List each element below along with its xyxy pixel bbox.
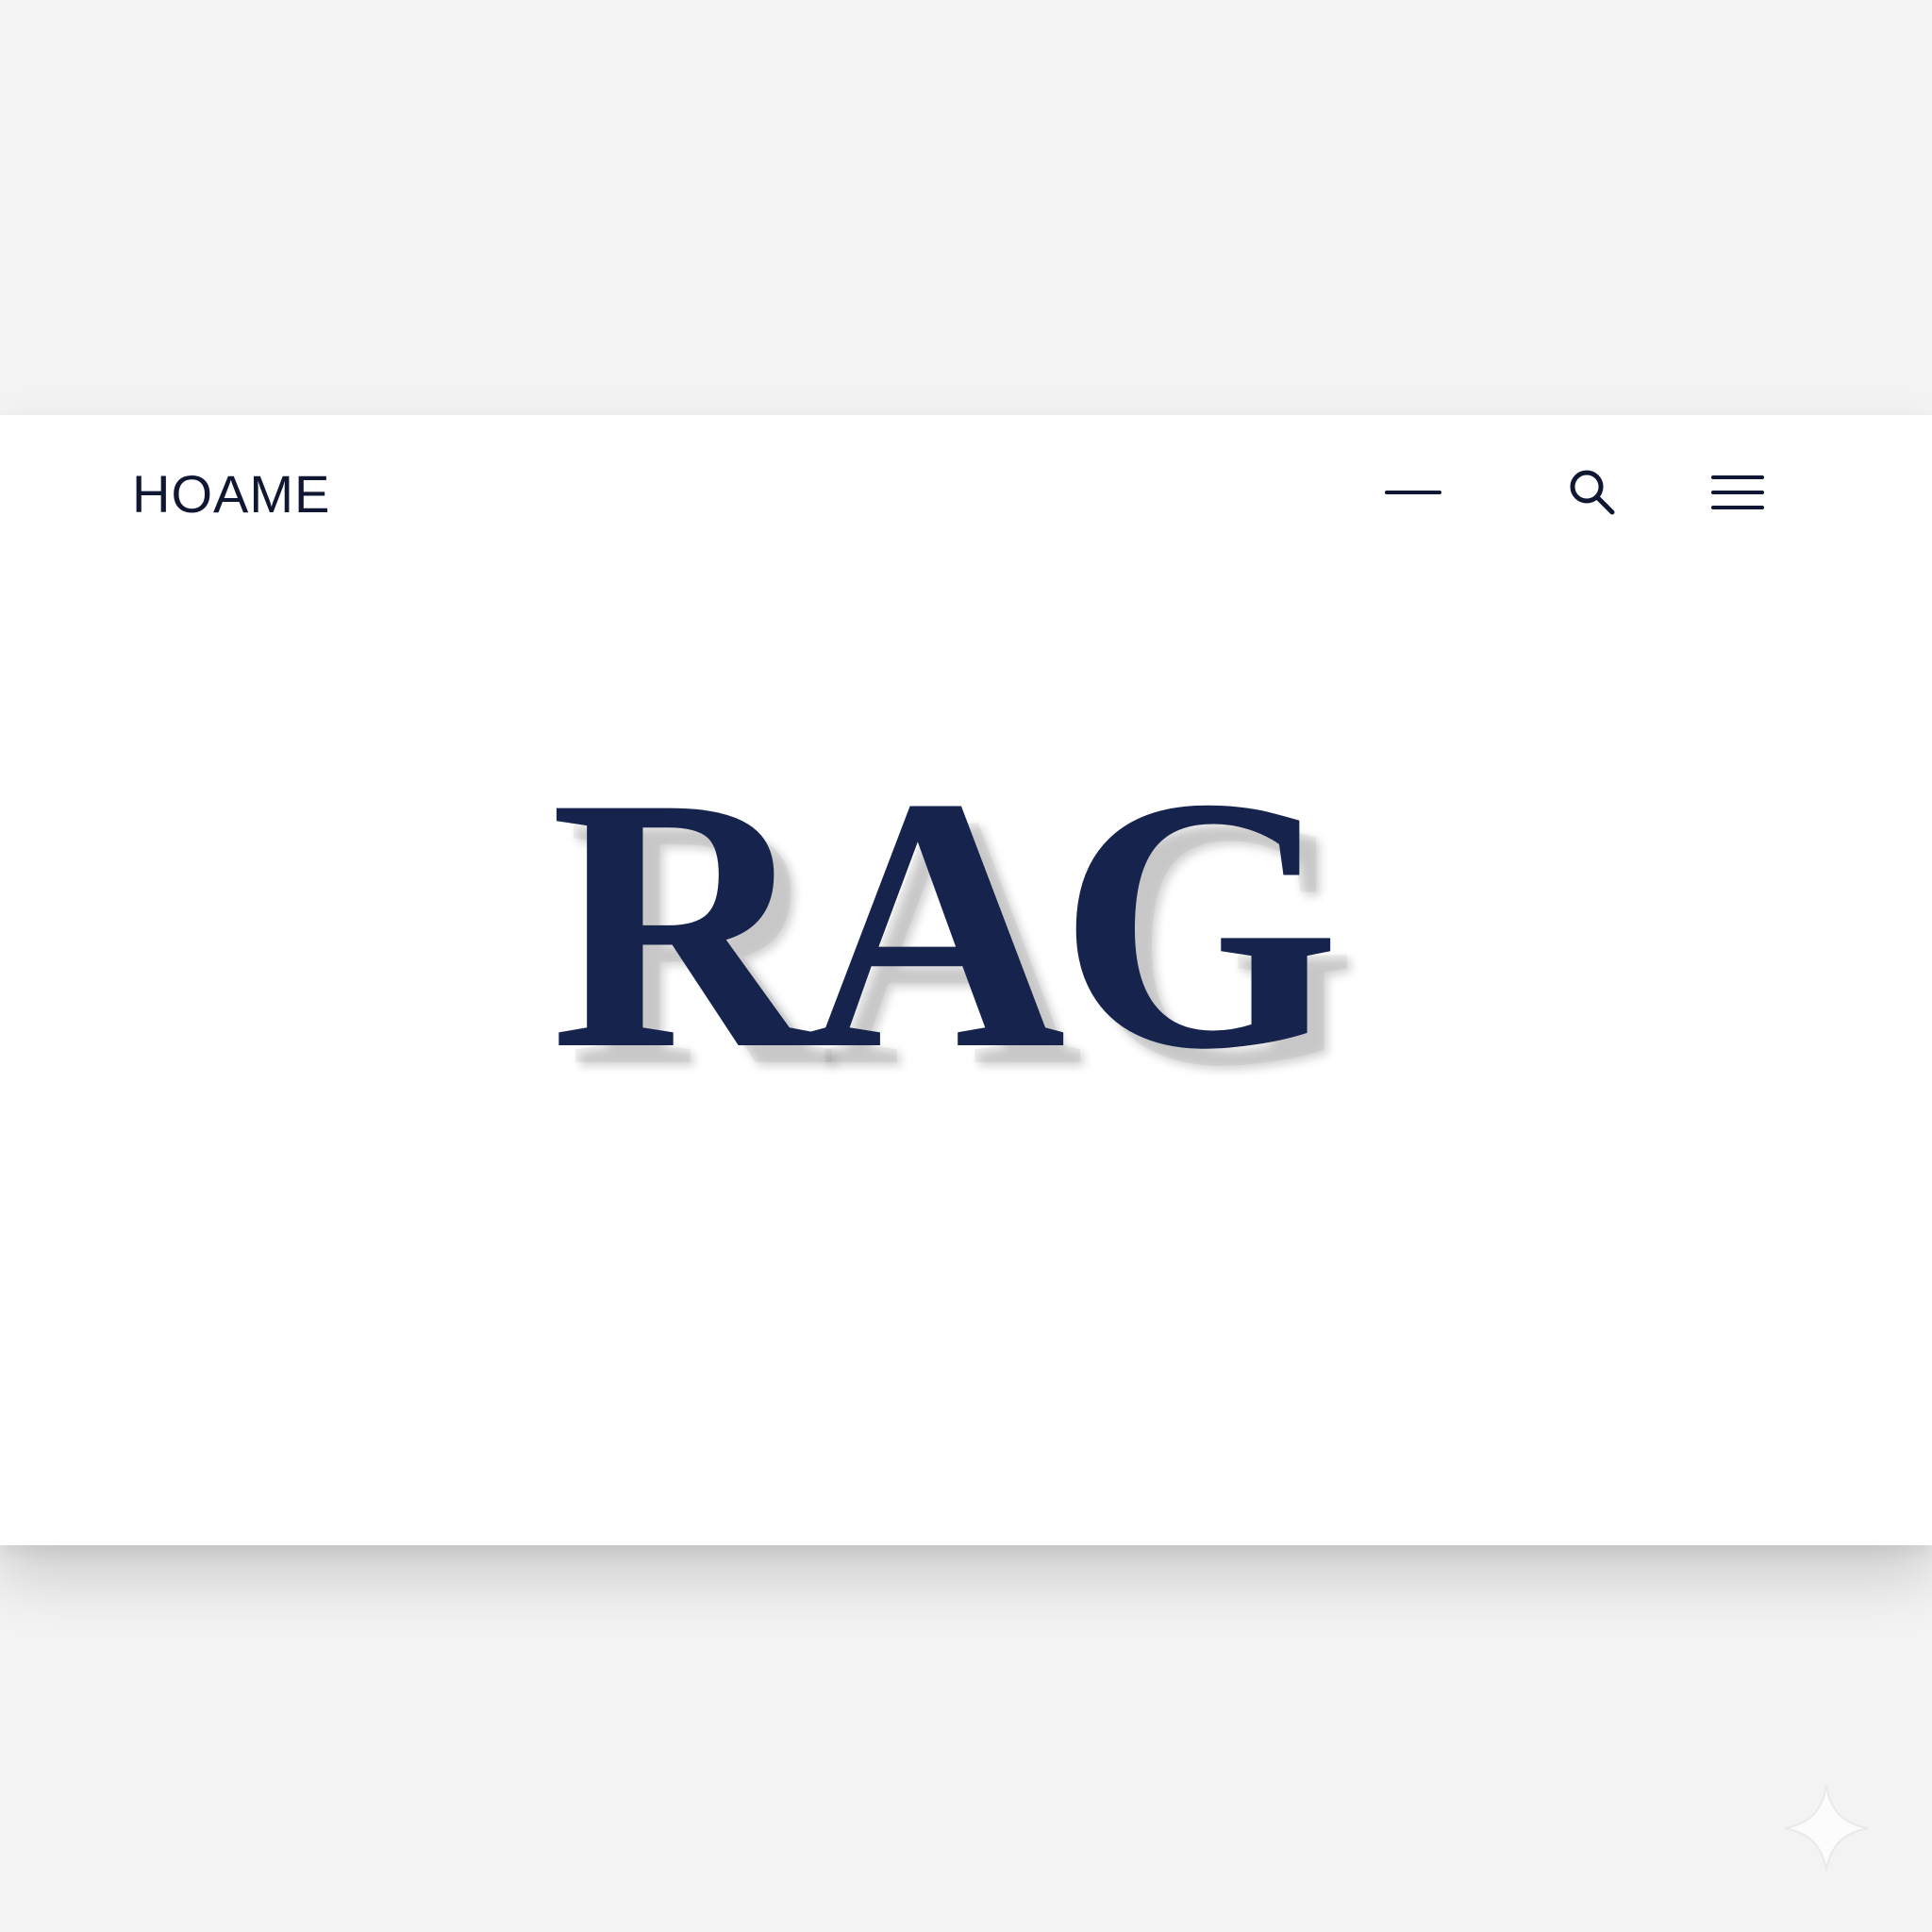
hero-title: RAG [550,724,1340,1124]
search-icon [1570,470,1615,515]
minus-icon [1385,491,1441,494]
menu-icon [1711,475,1764,509]
menu-button[interactable] [1704,458,1772,526]
brand-label[interactable]: HOAME [132,468,330,521]
minimize-button[interactable] [1379,458,1447,526]
app-page: HOAME RAG [0,0,1932,1932]
search-button[interactable] [1558,458,1626,526]
sparkle-icon [1784,1786,1869,1871]
top-navigation: HOAME [0,415,1932,575]
main-panel: HOAME RAG [0,415,1932,1545]
hero-section: RAG [0,724,1932,1124]
